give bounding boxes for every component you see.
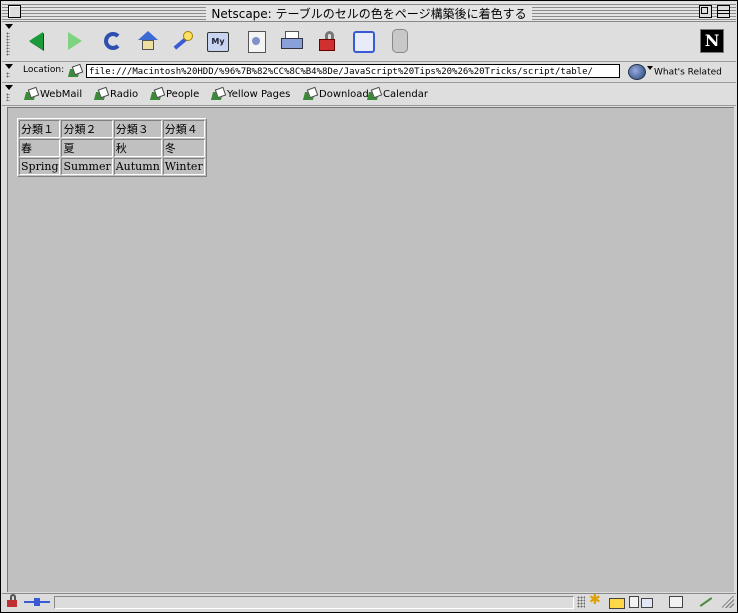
reload-icon <box>104 32 122 50</box>
whats-related-button[interactable]: What's Related <box>628 64 722 81</box>
bookmark-yellow-pages[interactable]: Yellow Pages <box>211 87 290 101</box>
netscape-logo[interactable]: N <box>700 29 724 53</box>
page-proxy-icon[interactable] <box>68 64 82 78</box>
table-cell: 分類１ <box>19 120 61 138</box>
forward-icon <box>68 32 82 50</box>
mail-icon[interactable] <box>609 598 625 609</box>
bookmark-icon <box>94 87 108 101</box>
address-book-icon[interactable] <box>641 598 653 608</box>
table-cell: Summer <box>61 158 113 175</box>
stop-button[interactable] <box>387 29 411 53</box>
bookmark-download[interactable]: Download <box>303 87 369 101</box>
navigation-toolbar: My N <box>2 22 736 62</box>
bookmark-icon <box>24 87 38 101</box>
globe-icon <box>628 64 646 80</box>
bookmark-icon <box>303 87 317 101</box>
table-row: Spring Summer Autumn Winter <box>19 158 205 175</box>
bookmark-icon <box>150 87 164 101</box>
search-icon <box>171 29 193 51</box>
table-cell: 分類４ <box>162 120 205 138</box>
location-label: Location: <box>23 65 65 75</box>
title-bar[interactable]: Netscape: テーブルのセルの色をページ構築後に着色する <box>2 2 736 22</box>
images-button[interactable] <box>244 29 268 53</box>
bookmark-icon <box>211 87 225 101</box>
table-cell: 秋 <box>113 139 162 157</box>
component-bar-grip[interactable] <box>577 596 585 608</box>
window-title: Netscape: テーブルのセルの色をページ構築後に着色する <box>206 7 532 21</box>
status-bar <box>2 592 736 611</box>
location-toolbar: Location: file:///Macintosh%20HDD/%96%7B… <box>2 62 736 83</box>
home-button[interactable] <box>136 29 160 53</box>
print-button[interactable] <box>280 29 304 53</box>
security-button[interactable] <box>316 29 340 53</box>
composer-icon[interactable] <box>669 596 683 608</box>
status-text-area <box>54 596 574 609</box>
editor-pen-icon[interactable] <box>697 596 713 608</box>
images-icon <box>248 31 266 53</box>
bookmark-calendar[interactable]: Calendar <box>367 87 428 101</box>
my-netscape-button[interactable]: My <box>205 29 229 53</box>
browser-window: Netscape: テーブルのセルの色をページ構築後に着色する My N Loc… <box>0 0 738 613</box>
bookmark-webmail[interactable]: WebMail <box>24 87 82 101</box>
back-button[interactable] <box>26 29 50 53</box>
bookmark-people[interactable]: People <box>150 87 199 101</box>
print-icon <box>280 31 303 51</box>
security-icon <box>316 29 338 51</box>
home-icon <box>138 31 158 51</box>
padlock-icon[interactable] <box>7 594 17 607</box>
table-cell: 分類２ <box>61 120 113 138</box>
toolbar-collapse-tab[interactable] <box>5 64 13 82</box>
table-cell: Spring <box>19 158 61 175</box>
whats-related-label: What's Related <box>654 67 722 78</box>
table-row: 春 夏 秋 冬 <box>19 139 205 157</box>
search-button[interactable] <box>171 29 195 53</box>
resize-grip-icon[interactable] <box>722 596 734 608</box>
back-icon <box>29 32 43 50</box>
table-cell: Winter <box>162 158 205 175</box>
toolbar-collapse-tab[interactable] <box>5 24 13 60</box>
season-table: 分類１ 分類２ 分類３ 分類４ 春 夏 秋 冬 Spring Summer Au… <box>17 118 207 177</box>
shop-icon <box>353 31 375 53</box>
table-cell: 夏 <box>61 139 113 157</box>
table-cell: Autumn <box>113 158 162 175</box>
bookmark-radio[interactable]: Radio <box>94 87 138 101</box>
my-netscape-icon: My <box>207 32 229 52</box>
table-cell: 春 <box>19 139 61 157</box>
bookmark-icon <box>367 87 381 101</box>
toolbar-collapse-tab[interactable] <box>5 85 13 105</box>
zoom-box[interactable] <box>699 5 712 18</box>
url-field[interactable]: file:///Macintosh%20HDD/%96%7B%82%CC%8C%… <box>86 64 620 78</box>
connection-icon <box>24 598 50 606</box>
newsgroups-icon[interactable] <box>629 596 639 608</box>
collapse-box[interactable] <box>717 5 730 18</box>
reload-button[interactable] <box>101 29 125 53</box>
table-cell: 分類３ <box>113 120 162 138</box>
navigator-icon[interactable] <box>589 592 602 608</box>
table-cell: 冬 <box>162 139 205 157</box>
page-content[interactable]: 分類１ 分類２ 分類３ 分類４ 春 夏 秋 冬 Spring Summer Au… <box>7 107 734 592</box>
stop-icon <box>392 29 408 53</box>
forward-button[interactable] <box>62 29 86 53</box>
chevron-down-icon <box>647 66 653 70</box>
personal-toolbar: WebMail Radio People Yellow Pages Downlo… <box>2 83 736 106</box>
table-row: 分類１ 分類２ 分類３ 分類４ <box>19 120 205 138</box>
shop-button[interactable] <box>351 29 375 53</box>
